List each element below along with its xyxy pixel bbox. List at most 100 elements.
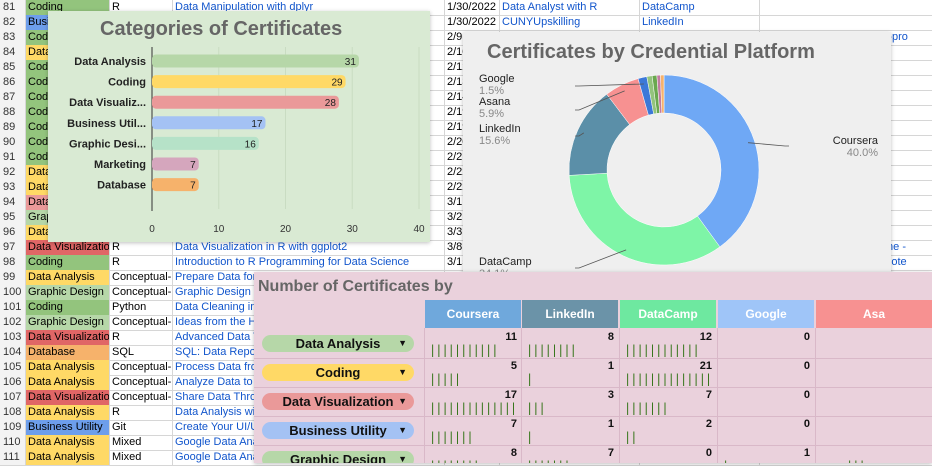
link-cell[interactable] [860,0,932,15]
sparkline-bar: ||| [846,459,865,463]
technology-cell[interactable]: Mixed [110,435,173,450]
sparkline-bar: |||||||| [526,343,577,357]
technology-cell[interactable]: SQL [110,345,173,360]
category-cell[interactable]: Business Utility [26,420,110,435]
row-number: 104 [0,345,26,360]
technology-cell[interactable]: Python [110,300,173,315]
row-number: 110 [0,435,26,450]
bar[interactable] [152,95,339,109]
certificates-pivot-table[interactable]: Number of Certificates by Coursera Linked… [254,272,932,463]
cell-value: 0 [803,418,810,430]
date-cell[interactable]: 1/30/2022 [445,0,500,15]
technology-cell[interactable]: Git [110,420,173,435]
data-label: 16 [245,139,257,150]
technology-cell[interactable]: Conceptual-D [110,270,173,285]
cell-value: 5 [510,360,517,372]
dropdown-label: Graphic Design [289,452,387,463]
row-number: 82 [0,15,26,30]
category-cell[interactable]: Graphic Design [26,285,110,300]
cell-value: 1 [607,418,614,430]
slice-label: DataCamp [479,256,532,268]
technology-cell[interactable]: R [110,405,173,420]
category-dropdown[interactable]: Data Visualization ▼ [262,393,414,410]
cell-value: 17 [504,389,517,401]
sparkline-bar: ||||||| [526,459,614,463]
technology-cell[interactable]: Conceptual-D [110,390,173,405]
sparkline-bar: | [526,372,533,386]
categories-chart[interactable]: Categories of Certificates 0 10 20 30 40 Data… [48,11,430,242]
dropdown-label: Data Visualization [282,394,394,409]
category-cell[interactable]: Data Visualization [26,240,110,255]
dropdown-label: Data Analysis [295,336,381,351]
row-number: 102 [0,315,26,330]
link-cell[interactable] [860,15,932,30]
technology-cell[interactable]: Conceptual-D [110,375,173,390]
bar[interactable] [152,116,266,130]
category-dropdown[interactable]: Coding ▼ [262,364,414,381]
technology-cell[interactable]: R [110,240,173,255]
row-number: 87 [0,90,26,105]
technology-cell[interactable]: R [110,330,173,345]
row-number: 95 [0,210,26,225]
column-header[interactable]: Coursera [425,300,521,328]
chevron-down-icon[interactable]: ▼ [398,364,407,381]
row-number: 92 [0,165,26,180]
program-cell[interactable]: Data Analyst with R [500,0,640,15]
row-number: 84 [0,45,26,60]
category-dropdown[interactable]: Data Analysis ▼ [262,335,414,352]
row-number: 109 [0,420,26,435]
column-header[interactable]: LinkedIn [522,300,618,328]
category-cell[interactable]: Graphic Design [26,315,110,330]
category-cell[interactable]: Coding [26,255,110,270]
course-title-cell[interactable]: Data Visualization in R with ggplot2 [173,240,445,255]
row-number: 105 [0,360,26,375]
sparkline-bar: ||||||||||| [429,343,498,357]
category-cell[interactable]: Data Analysis [26,405,110,420]
bar[interactable] [152,136,259,150]
slice-percent: 1.5% [479,85,504,97]
category-label: Marketing [94,159,146,171]
program-cell[interactable]: CUNYUpskilling [500,15,640,30]
platform-chart[interactable]: Certificates by Credential Platform Cour… [463,32,891,296]
category-label: Graphic Desi... [69,138,146,150]
column-header[interactable]: Asa [816,300,932,328]
technology-cell[interactable]: Conceptual-D [110,315,173,330]
category-cell[interactable]: Data Analysis [26,375,110,390]
platform-donut-svg: Coursera40.0%DataCamp34.1%LinkedIn15.6%A… [479,73,879,280]
cell-value: 0 [803,360,810,372]
slice-percent: 15.6% [479,135,510,147]
platform-cell[interactable]: LinkedIn [640,15,760,30]
technology-cell[interactable]: Conceptual-D [110,360,173,375]
technology-cell[interactable]: Conceptual-D [110,285,173,300]
bar[interactable] [152,54,359,68]
chevron-down-icon[interactable]: ▼ [398,451,407,463]
row-number: 88 [0,105,26,120]
category-cell[interactable]: Coding [26,300,110,315]
platform-cell[interactable]: DataCamp [640,0,760,15]
chevron-down-icon[interactable]: ▼ [398,393,407,410]
course-title-cell[interactable]: Introduction to R Programming for Data S… [173,255,445,270]
category-cell[interactable]: Data Analysis [26,360,110,375]
date-cell[interactable]: 1/30/2022 [445,15,500,30]
bar[interactable] [152,75,346,89]
category-cell[interactable]: Data Analysis [26,435,110,450]
category-dropdown[interactable]: Business Utility ▼ [262,422,414,439]
chevron-down-icon[interactable]: ▼ [398,335,407,352]
row-number: 85 [0,60,26,75]
column-header[interactable]: DataCamp [620,300,716,328]
sparkline-bar: ||||||||||||||||||||| [624,372,712,386]
slice-label: Coursera [833,135,879,147]
cell-value: 2 [705,418,712,430]
column-header[interactable]: Google [718,300,814,328]
pie-slice[interactable] [663,74,760,248]
category-cell[interactable]: Data Analysis [26,270,110,285]
sparkline-bar: ||||| [429,372,461,386]
category-cell[interactable]: Data Visualization [26,330,110,345]
technology-cell[interactable]: R [110,255,173,270]
pie-slice[interactable] [568,172,721,266]
category-cell[interactable]: Data Visualization [26,390,110,405]
category-dropdown[interactable]: Graphic Design ▼ [262,451,414,463]
categories-bar-svg: 0 10 20 30 40 Data Analysis 31 Coding 29 Data Vis… [67,47,425,235]
chevron-down-icon[interactable]: ▼ [398,422,407,439]
category-cell[interactable]: Database [26,345,110,360]
